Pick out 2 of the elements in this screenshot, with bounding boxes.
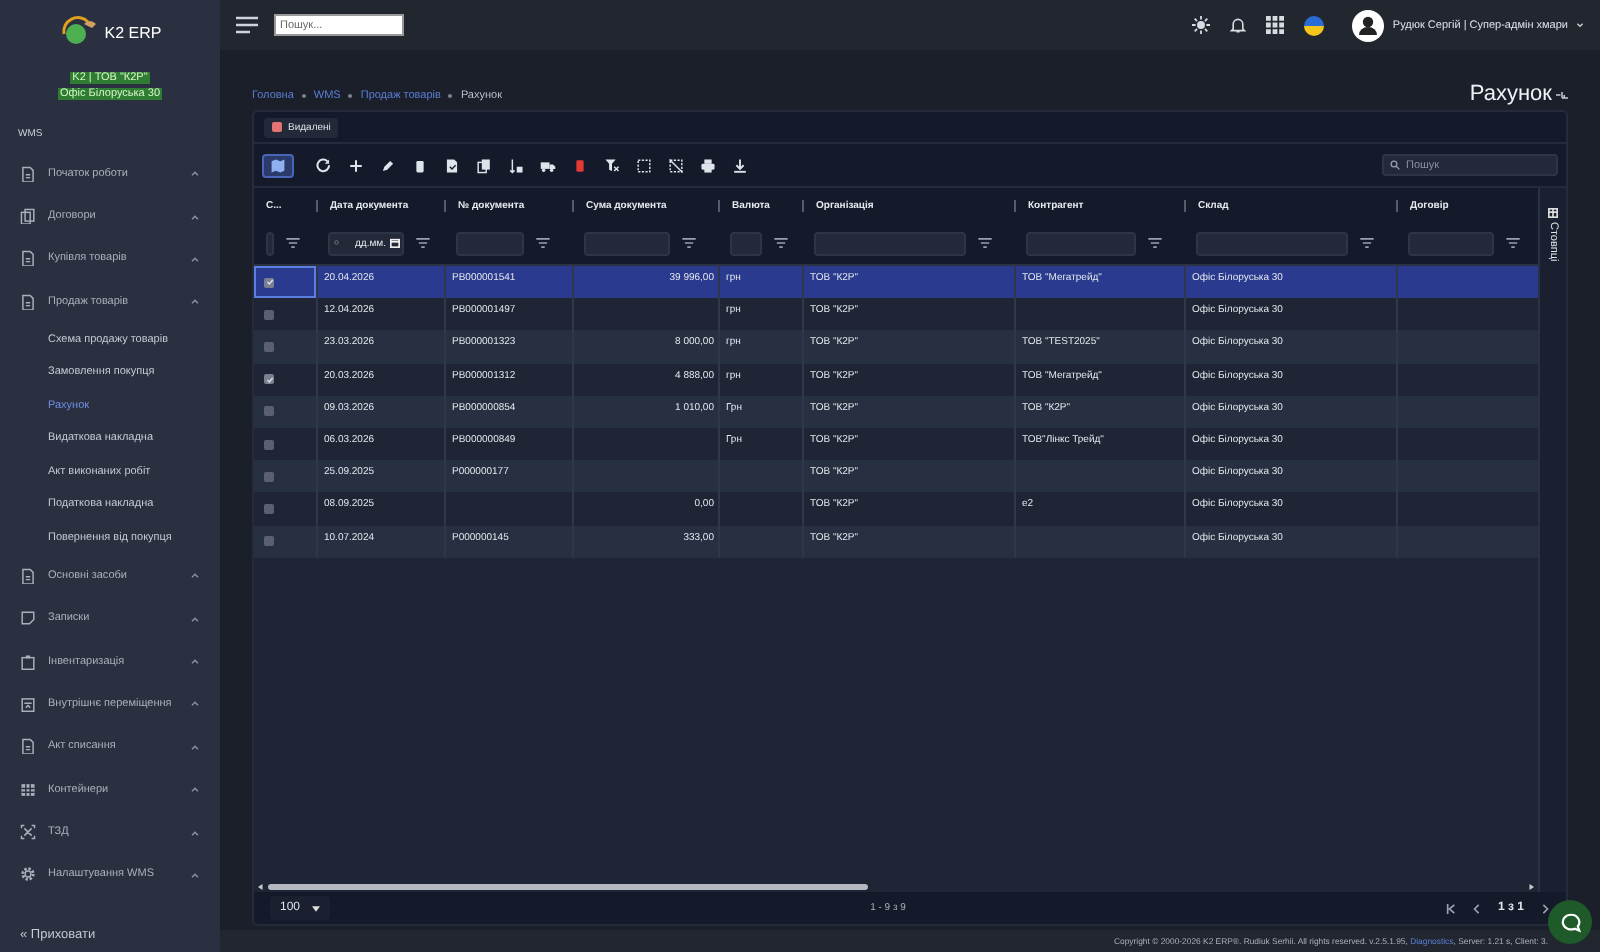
page-title: Рахунок: [1469, 82, 1552, 106]
brand-name: K2 ERP: [104, 23, 162, 41]
